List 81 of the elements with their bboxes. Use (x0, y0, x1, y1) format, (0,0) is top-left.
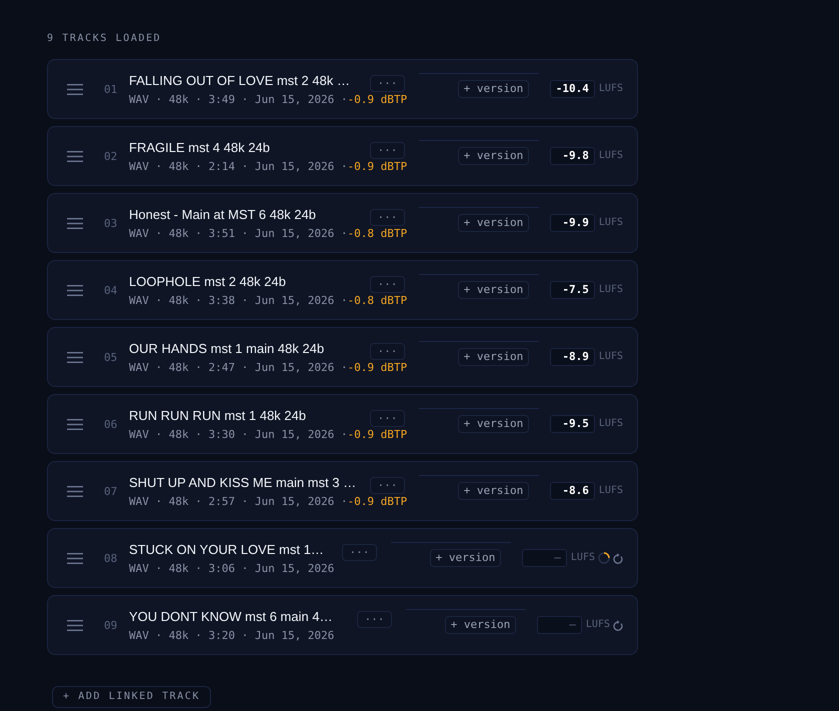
track-title: SHUT UP AND KISS ME main mst 3 … (129, 474, 356, 490)
track-meta: WAV · 48k · 3:30 · Jun 15, 2026 · (129, 428, 348, 440)
loudness-field[interactable]: -8.9 (550, 348, 595, 366)
more-button[interactable]: ··· (342, 544, 377, 561)
add-version-button[interactable]: + version (458, 214, 529, 232)
true-peak-reading: -0.8 dBTP (348, 226, 408, 240)
track-title: STUCK ON YOUR LOVE mst 1… (129, 542, 324, 558)
add-version-button[interactable]: + version (458, 482, 529, 500)
track-number: 02 (104, 150, 117, 162)
add-version-button[interactable]: + version (458, 281, 529, 299)
track-title: FRAGILE mst 4 48k 24b (129, 140, 270, 156)
track-title: Honest - Main at MST 6 48k 24b (129, 206, 316, 222)
loudness-unit-label: LUFS (598, 150, 623, 162)
drag-handle-icon[interactable] (67, 418, 83, 430)
track-number: 01 (104, 82, 117, 96)
loudness-unit-label: LUFS (598, 83, 623, 95)
track-title: RUN RUN RUN mst 1 48k 24b (129, 408, 306, 424)
drag-handle-icon[interactable] (67, 284, 83, 296)
loudness-field[interactable]: -9.8 (550, 147, 595, 165)
track-title: LOOPHOLE mst 2 48k 24b (129, 274, 286, 290)
more-button[interactable]: ··· (370, 477, 405, 494)
track-title: YOU DONT KNOW mst 6 main 4… (129, 608, 332, 624)
add-version-button[interactable]: + version (458, 415, 529, 433)
more-button[interactable]: ··· (370, 276, 405, 293)
loudness-unit-label: LUFS (598, 351, 623, 363)
loudness-unit-label: LUFS (598, 485, 623, 497)
add-linked-track-button[interactable]: + ADD LINKED TRACK (52, 686, 212, 708)
refresh-icon[interactable] (613, 620, 623, 630)
true-peak-reading: -0.9 dBTP (348, 360, 408, 374)
loudness-field[interactable]: -9.9 (550, 214, 595, 232)
loudness-field[interactable]: -9.5 (550, 415, 595, 433)
add-version-button[interactable]: + version (458, 348, 529, 366)
drag-handle-icon[interactable] (67, 352, 83, 362)
track-meta: WAV · 48k · 3:49 · Jun 15, 2026 · (129, 92, 348, 106)
more-button[interactable]: ··· (356, 611, 392, 628)
drag-handle-icon[interactable] (67, 218, 83, 228)
track-meta: WAV · 48k · 3:20 · Jun 15, 2026 (129, 628, 334, 642)
loudness-unit-label: LUFS (586, 619, 610, 631)
track-meta: WAV · 48k · 2:47 · Jun 15, 2026 · (129, 360, 348, 374)
loudness-field[interactable]: -10.4 (550, 80, 595, 98)
add-version-button[interactable]: + version (430, 549, 501, 567)
track-meta: WAV · 48k · 3:06 · Jun 15, 2026 (129, 562, 334, 574)
refresh-icon[interactable] (613, 552, 623, 564)
track-number: 05 (104, 350, 117, 364)
add-version-button[interactable]: + version (444, 616, 516, 634)
more-button[interactable]: ··· (370, 343, 405, 360)
loudness-unit-label: LUFS (598, 284, 623, 296)
drag-handle-icon[interactable] (67, 552, 83, 564)
track-number: 08 (104, 552, 117, 564)
loudness-unit-label: LUFS (570, 552, 595, 564)
track-number: 09 (104, 618, 117, 632)
add-version-button[interactable]: + version (458, 80, 529, 98)
track-number: 04 (104, 284, 117, 296)
more-button[interactable]: ··· (370, 209, 405, 226)
add-version-button[interactable]: + version (458, 147, 529, 165)
drag-handle-icon[interactable] (67, 620, 83, 630)
tracks-count-heading: 9 TRACKS LOADED (47, 33, 162, 45)
loudness-field[interactable]: -7.5 (550, 281, 595, 299)
more-button[interactable]: ··· (370, 142, 405, 159)
true-peak-reading: -0.9 dBTP (348, 160, 408, 172)
true-peak-reading: -0.9 dBTP (348, 494, 408, 508)
drag-handle-icon[interactable] (67, 150, 83, 162)
drag-handle-icon[interactable] (67, 84, 83, 94)
true-peak-reading: -0.9 dBTP (348, 92, 408, 106)
track-meta: WAV · 48k · 2:57 · Jun 15, 2026 · (129, 494, 348, 508)
track-title: OUR HANDS mst 1 main 48k 24b (129, 340, 324, 356)
more-button[interactable]: ··· (370, 75, 405, 92)
true-peak-reading: -0.8 dBTP (348, 294, 408, 306)
loudness-field[interactable]: -8.6 (550, 482, 595, 500)
track-title: FALLING OUT OF LOVE mst 2 48k … (129, 72, 350, 88)
track-number: 07 (104, 484, 117, 498)
drag-handle-icon[interactable] (67, 486, 83, 496)
track-meta: WAV · 48k · 3:38 · Jun 15, 2026 · (129, 294, 348, 306)
more-button[interactable]: ··· (370, 410, 405, 427)
track-meta: WAV · 48k · 2:14 · Jun 15, 2026 · (129, 160, 348, 172)
true-peak-reading: -0.9 dBTP (348, 428, 408, 440)
loudness-unit-label: LUFS (598, 418, 623, 430)
track-meta: WAV · 48k · 3:51 · Jun 15, 2026 · (129, 226, 348, 240)
track-number: 03 (104, 216, 117, 230)
track-number: 06 (104, 418, 117, 430)
loudness-unit-label: LUFS (598, 217, 623, 229)
